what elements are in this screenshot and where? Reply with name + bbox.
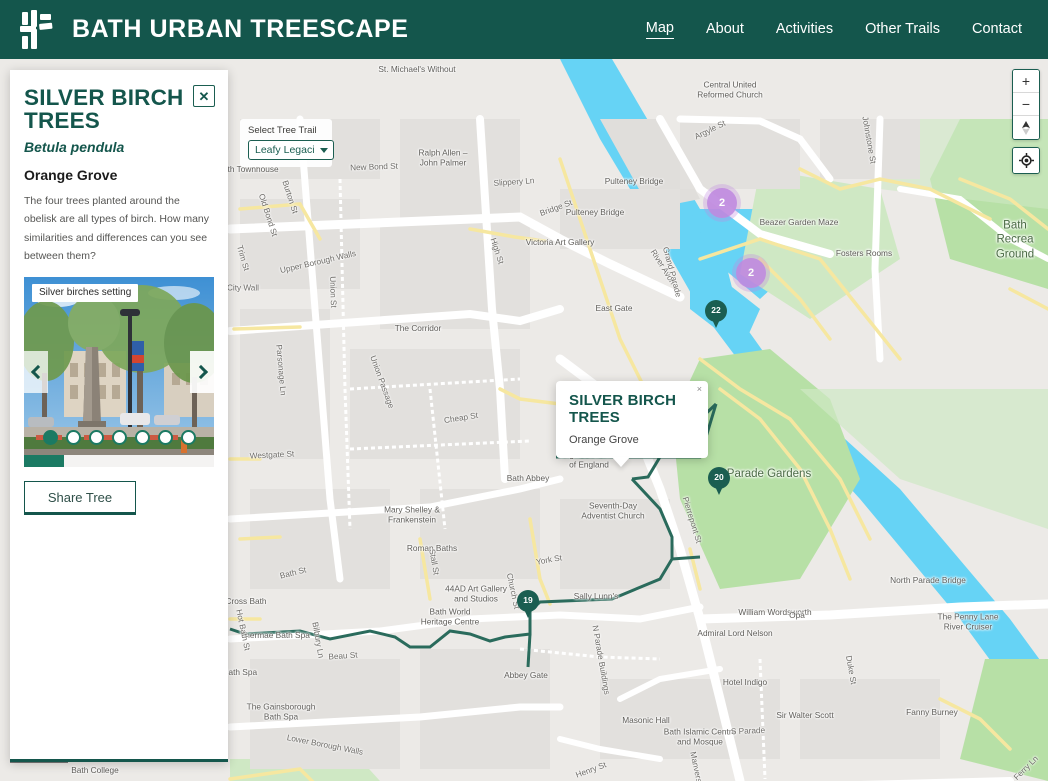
carousel-dot-4[interactable]: [111, 430, 127, 446]
map-tree-marker-20[interactable]: 20: [708, 467, 730, 497]
popup-title: SILVER BIRCH TREES: [569, 392, 677, 426]
panel-description: The four trees planted around the obelis…: [24, 194, 209, 262]
tree-detail-panel: ✕ SILVER BIRCH TREES Betula pendula Oran…: [10, 70, 228, 762]
marker-number: 22: [711, 305, 721, 315]
trail-selector-label: Select Tree Trail: [248, 125, 317, 136]
zoom-control-group: + −: [1012, 69, 1040, 140]
marker-number: 19: [523, 595, 533, 605]
panel-location: Orange Grove: [24, 166, 118, 183]
popup-tail: [612, 457, 630, 467]
carousel-caption: Silver birches setting: [32, 284, 139, 303]
panel-latin-name: Betula pendula: [24, 138, 125, 155]
carousel-dot-3[interactable]: [88, 430, 104, 446]
brand[interactable]: BATH URBAN TREESCAPE: [20, 9, 409, 50]
app-root: BATH URBAN TREESCAPE Map About Activitie…: [0, 0, 1048, 781]
map-street-label: New Bond St: [349, 161, 399, 173]
map-tree-marker-19[interactable]: 19: [517, 590, 539, 620]
nav-item-map[interactable]: Map: [645, 20, 674, 39]
tree-logo-icon: [20, 9, 58, 50]
map-street-label: City Wall: [227, 283, 259, 293]
carousel-dot-6[interactable]: [157, 430, 173, 446]
zoom-out-button[interactable]: −: [1013, 93, 1039, 116]
carousel-prev-button[interactable]: [24, 351, 48, 394]
popup-close-icon[interactable]: ×: [697, 385, 702, 394]
map-popup: × SILVER BIRCH TREES Orange Grove: [556, 381, 708, 467]
carousel-dots[interactable]: [24, 430, 214, 446]
brand-title: BATH URBAN TREESCAPE: [72, 15, 409, 43]
popup-subtitle: Orange Grove: [569, 434, 639, 446]
panel-close-button[interactable]: ✕: [193, 85, 215, 107]
carousel-next-button[interactable]: [190, 351, 214, 394]
nav-item-contact[interactable]: Contact: [972, 21, 1022, 39]
map-tree-marker-22[interactable]: 22: [705, 300, 727, 330]
map-cluster-marker[interactable]: 2: [736, 258, 766, 288]
panel-title: SILVER BIRCH TREES: [24, 85, 184, 134]
marker-number: 20: [714, 472, 724, 482]
map-label-under-panel: Bath College: [0, 763, 232, 781]
photo-carousel[interactable]: Silver birches setting: [24, 277, 214, 468]
map-street-label: S Parade: [730, 725, 766, 737]
trail-selector: Select Tree Trail Leafy Legaci: [240, 119, 334, 167]
carousel-dot-2[interactable]: [65, 430, 81, 446]
carousel-dot-1[interactable]: [42, 430, 58, 446]
trail-selector-dropdown[interactable]: Leafy Legaci: [248, 140, 334, 160]
locate-control-group: [1012, 147, 1040, 174]
main-nav: Map About Activities Other Trails Contac…: [645, 20, 1026, 39]
chevron-left-icon: [30, 365, 45, 380]
map-controls: + −: [1012, 69, 1040, 174]
carousel-dot-5[interactable]: [134, 430, 150, 446]
share-tree-button[interactable]: Share Tree: [24, 481, 136, 516]
nav-item-other-trails[interactable]: Other Trails: [865, 21, 940, 39]
locate-me-icon[interactable]: [1013, 148, 1039, 173]
zoom-in-button[interactable]: +: [1013, 70, 1039, 93]
map-street-label: Union St: [327, 276, 339, 308]
map-label-bath-college: Bath College: [71, 765, 119, 775]
nav-item-activities[interactable]: Activities: [776, 21, 833, 39]
carousel-dot-7[interactable]: [180, 430, 196, 446]
nav-item-about[interactable]: About: [706, 21, 744, 39]
chevron-right-icon: [193, 365, 208, 380]
map-cluster-marker[interactable]: 2: [707, 188, 737, 218]
chevron-down-icon: [320, 148, 328, 153]
site-header: BATH URBAN TREESCAPE Map About Activitie…: [0, 0, 1048, 59]
trail-selector-value: Leafy Legaci: [255, 144, 315, 156]
compass-north-icon[interactable]: [1013, 116, 1039, 139]
carousel-progress-bar: [24, 455, 64, 468]
carousel-progress[interactable]: [24, 455, 214, 468]
